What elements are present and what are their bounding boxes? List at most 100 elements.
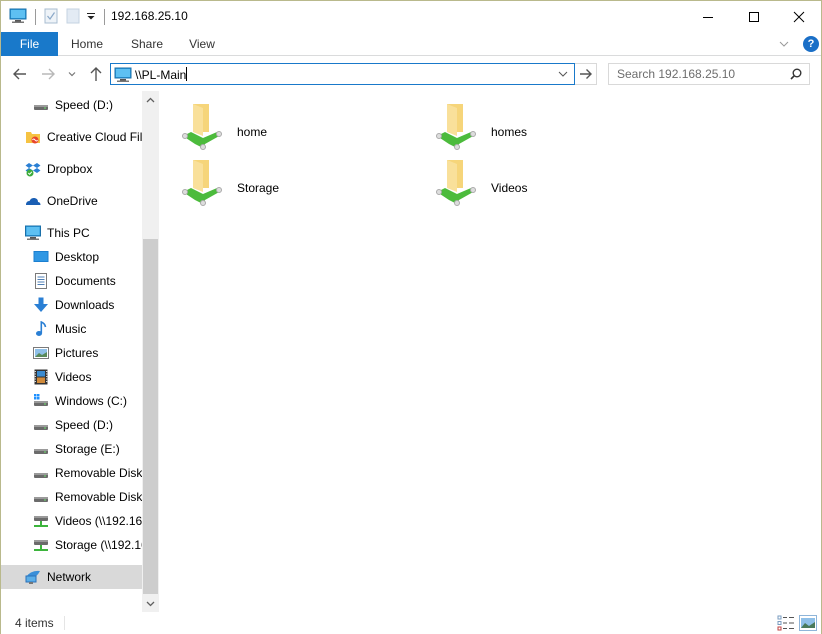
drive-icon — [33, 97, 49, 113]
text-caret — [186, 67, 188, 81]
back-button[interactable] — [11, 65, 29, 83]
quick-access-toolbar — [9, 7, 113, 27]
share-item-videos[interactable]: Videos — [417, 154, 657, 206]
help-button[interactable]: ? — [803, 36, 819, 52]
tab-file[interactable]: File — [1, 32, 58, 56]
nav-item-pictures[interactable]: Pictures — [1, 341, 142, 365]
nav-item-windows-c[interactable]: Windows (C:) — [1, 389, 142, 413]
item-count: 4 items — [15, 616, 54, 630]
nav-item-desktop[interactable]: Desktop — [1, 245, 142, 269]
nav-item-downloads[interactable]: Downloads — [1, 293, 142, 317]
status-separator — [64, 616, 65, 630]
properties-icon[interactable] — [44, 8, 58, 27]
details-view-button[interactable] — [777, 615, 795, 631]
nav-item-label: Speed (D:) — [55, 418, 114, 432]
downloads-icon — [33, 297, 49, 313]
close-button[interactable] — [776, 1, 822, 32]
maximize-button[interactable] — [731, 1, 777, 32]
nav-item-label: Removable Disk — [55, 466, 142, 480]
recent-locations-button[interactable] — [63, 65, 81, 83]
share-name: homes — [491, 125, 528, 139]
nav-item-videos[interactable]: Videos — [1, 365, 142, 389]
nav-item-label: Storage (\\192.168.25.10) — [55, 538, 142, 552]
scroll-up-button[interactable] — [142, 91, 159, 108]
nav-item-label: OneDrive — [47, 194, 98, 208]
nav-item-label: Creative Cloud Files — [47, 130, 142, 144]
window-title: 192.168.25.10 — [111, 9, 188, 23]
scroll-down-button[interactable] — [142, 595, 159, 612]
search-icon[interactable] — [789, 67, 803, 84]
nav-item-removable-disk-1[interactable]: Removable Disk — [1, 461, 142, 485]
nav-item-label: Documents — [55, 274, 116, 288]
nav-item-storage-network[interactable]: Storage (\\192.168.25.10) — [1, 533, 142, 557]
nav-item-network[interactable]: Network — [1, 565, 142, 589]
nav-item-label: Windows (C:) — [55, 394, 128, 408]
share-item-storage[interactable]: Storage — [163, 154, 403, 206]
creative-cloud-icon — [25, 129, 41, 145]
network-icon — [25, 569, 41, 585]
forward-button[interactable] — [39, 65, 57, 83]
title-bar: 192.168.25.10 — [1, 1, 821, 32]
drive-icon — [33, 417, 49, 433]
go-button[interactable] — [575, 63, 597, 85]
chevron-down-icon — [558, 71, 568, 77]
file-list: home homes Storage Videos — [159, 91, 821, 612]
address-bar[interactable]: \\PL-Main — [110, 63, 575, 85]
shared-folder-icon — [181, 102, 223, 150]
network-drive-icon — [33, 537, 49, 553]
removable-drive-icon — [33, 489, 49, 505]
nav-item-this-pc[interactable]: This PC — [1, 221, 142, 245]
customize-toolbar-dropdown-icon[interactable] — [86, 10, 96, 24]
nav-item-label: Downloads — [55, 298, 115, 312]
onedrive-icon — [25, 193, 41, 209]
nav-item-storage-e[interactable]: Storage (E:) — [1, 437, 142, 461]
share-name: Storage — [237, 181, 280, 195]
new-folder-icon[interactable] — [66, 8, 80, 27]
navigation-bar: \\PL-Main — [1, 57, 821, 91]
arrow-left-icon — [13, 68, 26, 80]
nav-item-creative-cloud[interactable]: Creative Cloud Files — [1, 125, 142, 149]
details-view-icon — [777, 615, 794, 631]
nav-item-removable-disk-2[interactable]: Removable Disk — [1, 485, 142, 509]
nav-item-label: Videos (\\192.168.25.10) — [55, 514, 142, 528]
minimize-button[interactable] — [685, 1, 731, 32]
nav-item-label: Pictures — [55, 346, 99, 360]
tab-view[interactable]: View — [183, 32, 221, 56]
nav-item-onedrive[interactable]: OneDrive — [1, 189, 142, 213]
search-box[interactable] — [608, 63, 810, 85]
shared-folder-icon — [181, 158, 223, 206]
address-dropdown-button[interactable] — [556, 67, 570, 81]
nav-item-label: Speed (D:) — [55, 98, 114, 112]
nav-item-videos-network[interactable]: Videos (\\192.168.25.10) — [1, 509, 142, 533]
up-button[interactable] — [87, 65, 105, 83]
toolbar-separator — [35, 9, 36, 25]
shared-folder-icon — [435, 102, 477, 150]
share-item-homes[interactable]: homes — [417, 98, 657, 150]
this-pc-icon[interactable] — [9, 8, 27, 27]
nav-pane-scrollbar[interactable] — [142, 91, 159, 612]
nav-item-speed-d[interactable]: Speed (D:) — [1, 413, 142, 437]
tab-share[interactable]: Share — [125, 32, 169, 56]
removable-drive-icon — [33, 465, 49, 481]
nav-item-dropbox[interactable]: Dropbox — [1, 157, 142, 181]
this-pc-icon — [114, 67, 132, 86]
address-value: \\PL-Main — [135, 68, 187, 82]
search-input[interactable] — [609, 64, 784, 84]
ribbon-tabs: File Home Share View ? — [1, 32, 821, 56]
nav-item-documents[interactable]: Documents — [1, 269, 142, 293]
explorer-window: 192.168.25.10 File Home Share View ? \\P… — [0, 0, 822, 634]
share-item-home[interactable]: home — [163, 98, 403, 150]
arrow-right-icon — [579, 69, 592, 79]
address-input[interactable]: \\PL-Main — [135, 67, 188, 82]
close-icon — [793, 11, 805, 22]
minimize-icon — [703, 16, 713, 18]
nav-item-speed-d-partial[interactable]: Speed (D:) — [1, 93, 142, 117]
shared-folder-icon — [435, 158, 477, 206]
expand-ribbon-button[interactable] — [777, 37, 791, 51]
tab-home[interactable]: Home — [63, 32, 111, 56]
nav-item-music[interactable]: Music — [1, 317, 142, 341]
arrow-up-icon — [90, 67, 102, 81]
share-name: Videos — [491, 181, 528, 195]
large-icons-view-button[interactable] — [799, 615, 817, 631]
scroll-thumb[interactable] — [143, 239, 158, 594]
